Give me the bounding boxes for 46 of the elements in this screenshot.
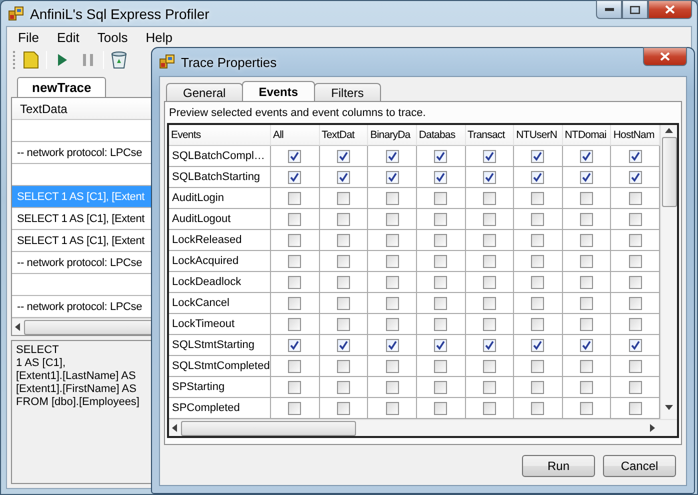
tab[interactable]: Events bbox=[242, 81, 316, 101]
event-name: LockAcquired bbox=[169, 251, 271, 272]
event-name: LockReleased bbox=[169, 230, 271, 251]
dialog-button[interactable]: Cancel bbox=[603, 455, 676, 477]
row-text: SELECT 1 AS [C1], [Extent bbox=[17, 234, 144, 246]
query-line: [Extent1].[LastName] AS bbox=[16, 370, 136, 383]
column-header[interactable]: Databas bbox=[416, 125, 466, 146]
window-title: AnfiniL's Sql Express Profiler bbox=[30, 6, 210, 22]
description-text: Preview selected events and event columns to trace. bbox=[169, 106, 426, 121]
query-line: [Extent1].[FirstName] AS bbox=[16, 383, 136, 396]
row-text: -- network protocol: LPCse bbox=[17, 256, 142, 268]
column-header[interactable]: BinaryDa bbox=[368, 125, 417, 146]
column-header[interactable]: All bbox=[271, 125, 320, 146]
event-name: AuditLogout bbox=[169, 209, 271, 230]
query-line: SELECT bbox=[16, 344, 59, 357]
event-name: SQLBatchStarting bbox=[169, 167, 271, 188]
query-line: 1 AS [C1], bbox=[16, 357, 66, 370]
event-name: AuditLogin bbox=[169, 188, 271, 209]
tab[interactable]: General bbox=[166, 83, 243, 101]
column-header[interactable]: TextData bbox=[20, 102, 68, 116]
menu-item[interactable]: Tools bbox=[90, 28, 135, 46]
column-header[interactable]: NTDomai bbox=[562, 125, 612, 146]
menu-item[interactable]: Help bbox=[138, 28, 180, 46]
event-name: SQLStmtStarting bbox=[169, 335, 271, 356]
dialog-button[interactable]: Run bbox=[522, 455, 595, 477]
event-name: LockCancel bbox=[169, 293, 271, 314]
column-header[interactable]: NTUserN bbox=[514, 125, 563, 146]
tab[interactable]: Filters bbox=[314, 83, 381, 101]
menu-item[interactable]: File bbox=[11, 28, 46, 46]
column-header[interactable]: TextDat bbox=[320, 125, 368, 146]
event-name: LockTimeout bbox=[169, 314, 271, 335]
query-line: FROM [dbo].[Employees] bbox=[16, 396, 140, 409]
event-name: SQLStmtCompleted bbox=[169, 356, 271, 377]
row-text: -- network protocol: LPCse bbox=[17, 146, 142, 158]
row-text: SELECT 1 AS [C1], [Extent bbox=[17, 212, 144, 224]
column-header[interactable]: HostNam bbox=[611, 125, 660, 146]
menu-item[interactable]: Edit bbox=[50, 28, 86, 46]
column-header[interactable]: Events bbox=[169, 125, 271, 146]
dialog-title: Trace Properties bbox=[181, 54, 277, 70]
trace-tab[interactable]: newTrace bbox=[17, 77, 106, 97]
event-name: LockDeadlock bbox=[169, 272, 271, 293]
column-header[interactable]: Transact bbox=[466, 125, 514, 146]
event-name: SPStarting bbox=[169, 377, 271, 398]
row-text: SELECT 1 AS [C1], [Extent bbox=[17, 190, 144, 202]
event-name: SQLBatchCompl… bbox=[169, 146, 271, 167]
row-text: -- network protocol: LPCse bbox=[17, 300, 142, 312]
